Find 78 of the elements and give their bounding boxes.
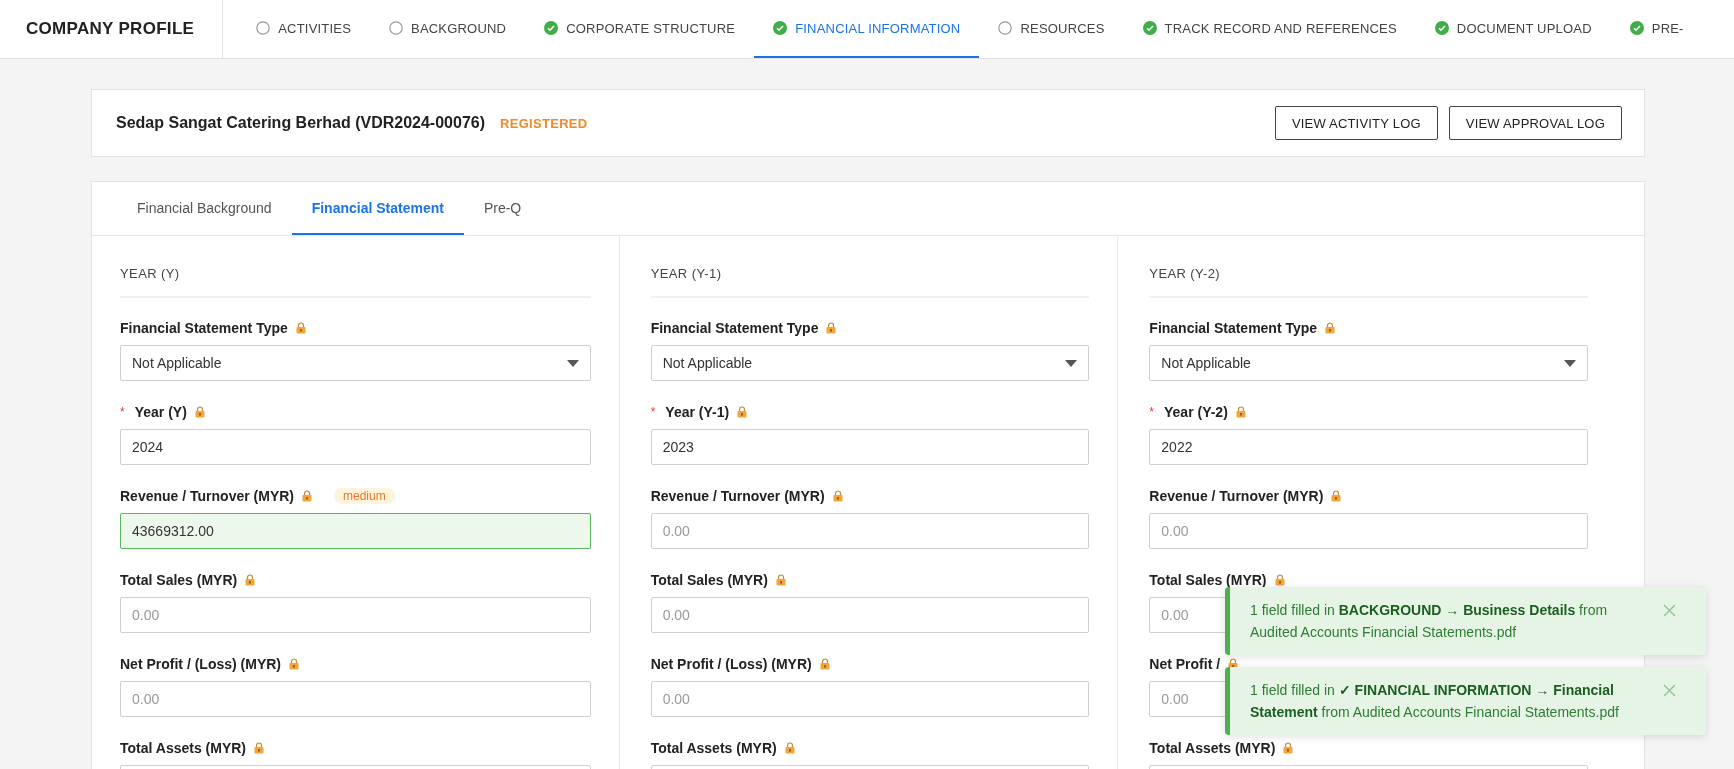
field-label: Total Assets (MYR): [120, 740, 246, 756]
tab[interactable]: Pre-Q: [463, 182, 542, 235]
step-tab[interactable]: FINANCIAL INFORMATION: [754, 0, 980, 58]
log-button[interactable]: VIEW ACTIVITY LOG: [1274, 106, 1438, 140]
column-heading: YEAR (Y): [120, 266, 591, 298]
notification-text: 1 field filled in ✓ FINANCIAL INFORMATION → Financial Statement from Audited Accounts Financial Statements.pdf: [1250, 681, 1620, 722]
step-tab[interactable]: TRACK RECORD AND REFERENCES: [1123, 0, 1416, 58]
field-label: Revenue / Turnover (MYR): [120, 488, 294, 504]
select-field[interactable]: Not Applicable: [1149, 345, 1588, 381]
lock-icon: [1274, 574, 1285, 586]
input-field[interactable]: 0.00: [650, 513, 1090, 549]
lock-icon: [254, 742, 264, 754]
tab[interactable]: Financial Background: [117, 182, 292, 235]
required-asterisk: *: [120, 405, 125, 419]
step-tab[interactable]: RESOURCES: [979, 0, 1124, 58]
field-label: Year (Y-2): [1164, 404, 1228, 420]
input-field[interactable]: 0.00: [650, 681, 1090, 717]
notification-text: 1 field filled in BACKGROUND → Business Details from Audited Accounts Financial Statements.pdf: [1250, 601, 1609, 642]
field-label: Revenue / Turnover (MYR): [650, 488, 825, 504]
lock-icon: [832, 490, 843, 502]
step-tab[interactable]: CORPORATE STRUCTURE: [525, 0, 755, 58]
lock-icon: [819, 658, 830, 670]
log-button[interactable]: VIEW APPROVAL LOG: [1448, 106, 1622, 140]
confidence-badge: medium: [334, 488, 395, 504]
field-label: Financial Statement Type: [120, 320, 288, 336]
input-field[interactable]: 0.00: [120, 681, 591, 717]
field-label: Total Sales (MYR): [120, 572, 238, 588]
lock-icon: [289, 658, 299, 670]
close-icon[interactable]: [1663, 604, 1676, 617]
input-field[interactable]: 0.00: [650, 597, 1090, 633]
page-title: COMPANY PROFILE: [0, 0, 224, 58]
caret-icon: [1564, 359, 1576, 367]
field-label: Year (Y): [134, 404, 187, 420]
close-icon[interactable]: [1663, 684, 1676, 697]
input-field[interactable]: 0.00: [1149, 513, 1588, 549]
caret-icon: [1065, 359, 1078, 367]
lock-icon: [784, 742, 795, 754]
lock-icon: [245, 574, 256, 586]
step-tab[interactable]: ACTIVITIES: [237, 0, 370, 58]
input-field[interactable]: 0.00: [120, 597, 591, 633]
lock-icon: [302, 490, 312, 502]
field-label: Year (Y-1): [665, 404, 730, 420]
required-asterisk: *: [650, 405, 656, 419]
company-name: Sedap Sangat Catering Berhad (VDR2024-00076): [116, 114, 485, 132]
lock-icon: [1325, 322, 1336, 334]
step-tab[interactable]: PRE-: [1610, 0, 1703, 58]
field-label: Financial Statement Type: [1149, 320, 1318, 336]
status-label: REGISTERED: [500, 115, 588, 131]
required-asterisk: *: [1149, 405, 1154, 419]
field-label: Net Profit / (Loss) (MYR): [650, 656, 812, 672]
field-label: Revenue / Turnover (MYR): [1149, 488, 1324, 504]
input-field[interactable]: 43669312.00: [120, 513, 591, 549]
tab[interactable]: Financial Statement: [291, 182, 464, 235]
step-tab[interactable]: DOCUMENT UPLOAD: [1415, 0, 1611, 58]
field-label: Financial Statement Type: [650, 320, 819, 336]
field-label: Total Assets (MYR): [1149, 740, 1276, 756]
lock-icon: [1331, 490, 1342, 502]
lock-icon: [194, 406, 205, 418]
column-heading: YEAR (Y-2): [1149, 266, 1588, 298]
select-field[interactable]: Not Applicable: [650, 345, 1090, 381]
field-label: Net Profit / (Loss) (MYR): [120, 656, 281, 672]
input-field[interactable]: 2023: [650, 429, 1090, 465]
lock-icon: [295, 322, 306, 334]
column-heading: YEAR (Y-1): [650, 266, 1090, 298]
caret-icon: [566, 359, 579, 367]
lock-icon: [1283, 742, 1294, 754]
lock-icon: [826, 322, 837, 334]
field-label: Total Sales (MYR): [650, 572, 768, 588]
lock-icon: [737, 406, 748, 418]
step-tab[interactable]: BACKGROUND: [370, 0, 526, 58]
lock-icon: [775, 574, 786, 586]
field-label: Net Profit /: [1149, 656, 1221, 672]
input-field[interactable]: 2022: [1149, 429, 1588, 465]
input-field[interactable]: 2024: [120, 429, 591, 465]
lock-icon: [1235, 406, 1246, 418]
select-field[interactable]: Not Applicable: [120, 345, 591, 381]
field-label: Total Assets (MYR): [650, 740, 777, 756]
field-label: Total Sales (MYR): [1149, 572, 1267, 588]
